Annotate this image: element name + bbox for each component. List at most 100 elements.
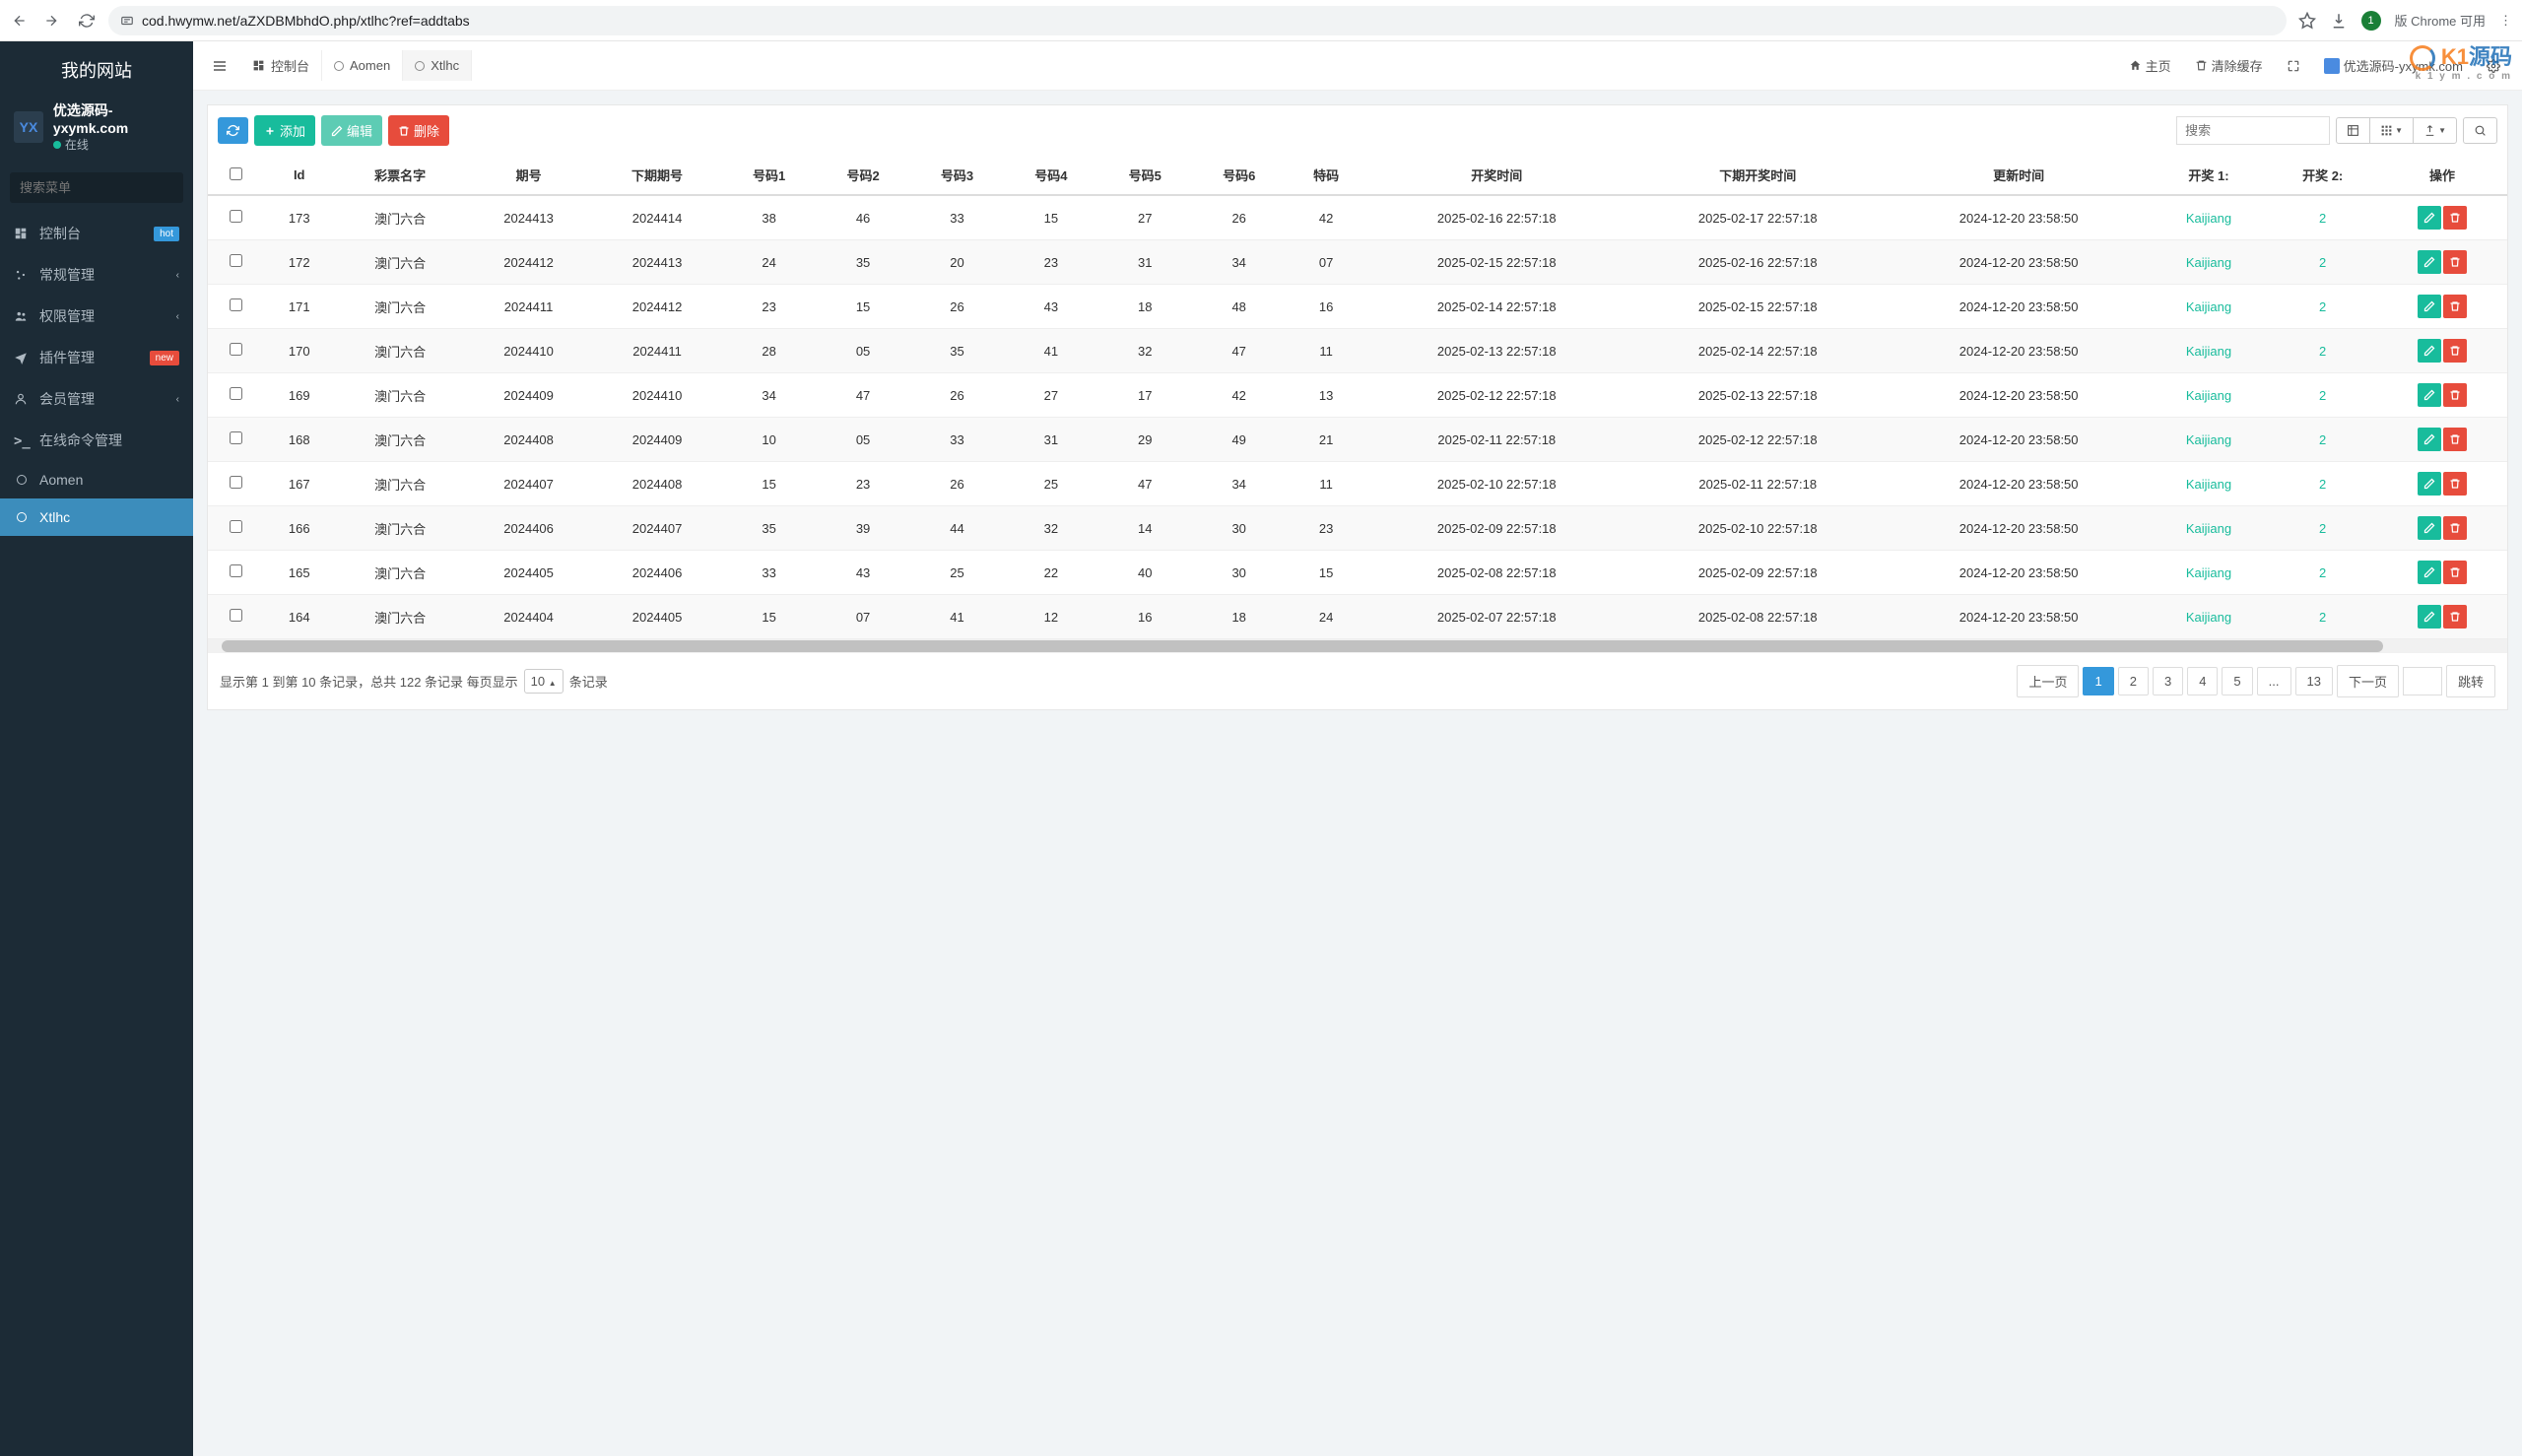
- row-checkbox[interactable]: [230, 520, 242, 533]
- row-edit-button[interactable]: [2418, 250, 2441, 274]
- sidebar-item-xtlhc[interactable]: Xtlhc: [0, 498, 193, 536]
- column-header[interactable]: 特码: [1286, 156, 1365, 195]
- row-delete-button[interactable]: [2443, 339, 2467, 363]
- cell-kaijiang2[interactable]: 2: [2268, 551, 2377, 595]
- star-icon[interactable]: [2298, 12, 2316, 30]
- column-header[interactable]: 操作: [2377, 156, 2507, 195]
- row-checkbox[interactable]: [230, 210, 242, 223]
- edit-button[interactable]: 编辑: [321, 115, 382, 146]
- cell-kaijiang1[interactable]: Kaijiang: [2150, 240, 2269, 285]
- cell-kaijiang1[interactable]: Kaijiang: [2150, 285, 2269, 329]
- toggle-view-icon[interactable]: [2337, 118, 2370, 143]
- row-checkbox[interactable]: [230, 298, 242, 311]
- page-button[interactable]: ...: [2257, 667, 2291, 695]
- row-checkbox[interactable]: [230, 343, 242, 356]
- advanced-search-icon[interactable]: [2464, 118, 2496, 143]
- page-button[interactable]: 5: [2222, 667, 2252, 695]
- column-header[interactable]: 更新时间: [1889, 156, 2150, 195]
- page-size-select[interactable]: 10 ▲: [524, 669, 564, 694]
- row-edit-button[interactable]: [2418, 428, 2441, 451]
- column-header[interactable]: 号码3: [910, 156, 1004, 195]
- row-delete-button[interactable]: [2443, 516, 2467, 540]
- cell-kaijiang2[interactable]: 2: [2268, 240, 2377, 285]
- column-header[interactable]: 开奖 2:: [2268, 156, 2377, 195]
- column-header[interactable]: 开奖时间: [1366, 156, 1627, 195]
- sidebar-item-常规管理[interactable]: 常规管理‹: [0, 254, 193, 296]
- jump-page-input[interactable]: [2403, 667, 2442, 695]
- cell-kaijiang1[interactable]: Kaijiang: [2150, 506, 2269, 551]
- export-icon[interactable]: ▼: [2414, 118, 2456, 143]
- cell-kaijiang1[interactable]: Kaijiang: [2150, 551, 2269, 595]
- column-header[interactable]: 下期开奖时间: [1627, 156, 1889, 195]
- cell-kaijiang1[interactable]: Kaijiang: [2150, 195, 2269, 240]
- row-delete-button[interactable]: [2443, 206, 2467, 230]
- row-edit-button[interactable]: [2418, 561, 2441, 584]
- table-search-input[interactable]: [2176, 116, 2330, 145]
- row-edit-button[interactable]: [2418, 206, 2441, 230]
- row-delete-button[interactable]: [2443, 295, 2467, 318]
- sidebar-item-aomen[interactable]: Aomen: [0, 461, 193, 498]
- reload-icon[interactable]: [77, 11, 97, 31]
- select-all-checkbox[interactable]: [230, 167, 242, 180]
- fullscreen-icon[interactable]: [2277, 53, 2310, 79]
- row-checkbox[interactable]: [230, 387, 242, 400]
- cell-kaijiang2[interactable]: 2: [2268, 285, 2377, 329]
- tab-控制台[interactable]: 控制台: [240, 50, 322, 81]
- clear-cache-link[interactable]: 清除缓存: [2185, 50, 2273, 81]
- sidebar-item-控制台[interactable]: 控制台hot: [0, 213, 193, 254]
- sidebar-item-插件管理[interactable]: 插件管理new: [0, 337, 193, 378]
- back-icon[interactable]: [10, 11, 30, 31]
- avatar[interactable]: 1: [2361, 11, 2381, 31]
- cell-kaijiang1[interactable]: Kaijiang: [2150, 329, 2269, 373]
- sidebar-item-会员管理[interactable]: 会员管理‹: [0, 378, 193, 420]
- column-header[interactable]: Id: [263, 156, 335, 195]
- row-checkbox[interactable]: [230, 476, 242, 489]
- column-header[interactable]: 号码5: [1098, 156, 1192, 195]
- cell-kaijiang2[interactable]: 2: [2268, 506, 2377, 551]
- row-delete-button[interactable]: [2443, 383, 2467, 407]
- cell-kaijiang2[interactable]: 2: [2268, 195, 2377, 240]
- cell-kaijiang1[interactable]: Kaijiang: [2150, 595, 2269, 639]
- row-delete-button[interactable]: [2443, 250, 2467, 274]
- add-button[interactable]: 添加: [254, 115, 315, 146]
- cell-kaijiang1[interactable]: Kaijiang: [2150, 373, 2269, 418]
- column-header[interactable]: 开奖 1:: [2150, 156, 2269, 195]
- page-button[interactable]: 13: [2295, 667, 2333, 695]
- row-delete-button[interactable]: [2443, 561, 2467, 584]
- download-icon[interactable]: [2330, 12, 2348, 30]
- next-page-button[interactable]: 下一页: [2337, 665, 2399, 697]
- column-header[interactable]: 号码2: [816, 156, 909, 195]
- settings-icon[interactable]: [2477, 53, 2510, 79]
- sidebar-item-在线命令管理[interactable]: >_在线命令管理: [0, 420, 193, 461]
- page-button[interactable]: 3: [2153, 667, 2183, 695]
- sidebar-search-input[interactable]: [10, 172, 193, 203]
- home-link[interactable]: 主页: [2119, 50, 2181, 81]
- row-checkbox[interactable]: [230, 431, 242, 444]
- row-delete-button[interactable]: [2443, 605, 2467, 629]
- cell-kaijiang1[interactable]: Kaijiang: [2150, 418, 2269, 462]
- page-button[interactable]: 4: [2187, 667, 2218, 695]
- user-dropdown[interactable]: 优选源码-yxymk.com: [2314, 50, 2473, 81]
- tab-aomen[interactable]: Aomen: [322, 50, 403, 81]
- hamburger-icon[interactable]: [205, 51, 234, 81]
- row-checkbox[interactable]: [230, 254, 242, 267]
- column-header[interactable]: 下期期号: [592, 156, 722, 195]
- prev-page-button[interactable]: 上一页: [2017, 665, 2079, 697]
- column-header[interactable]: 期号: [465, 156, 592, 195]
- column-header[interactable]: 号码6: [1192, 156, 1286, 195]
- row-edit-button[interactable]: [2418, 339, 2441, 363]
- column-header[interactable]: 彩票名字: [335, 156, 465, 195]
- row-checkbox[interactable]: [230, 564, 242, 577]
- row-delete-button[interactable]: [2443, 428, 2467, 451]
- row-delete-button[interactable]: [2443, 472, 2467, 496]
- row-edit-button[interactable]: [2418, 295, 2441, 318]
- horizontal-scrollbar[interactable]: [208, 639, 2507, 653]
- column-header[interactable]: 号码1: [722, 156, 816, 195]
- url-bar[interactable]: cod.hwymw.net/aZXDBMbhdO.php/xtlhc?ref=a…: [108, 6, 2287, 35]
- column-header[interactable]: 号码4: [1004, 156, 1097, 195]
- row-checkbox[interactable]: [230, 609, 242, 622]
- jump-button[interactable]: 跳转: [2446, 665, 2495, 697]
- forward-icon[interactable]: [41, 11, 61, 31]
- cell-kaijiang2[interactable]: 2: [2268, 418, 2377, 462]
- sidebar-item-权限管理[interactable]: 权限管理‹: [0, 296, 193, 337]
